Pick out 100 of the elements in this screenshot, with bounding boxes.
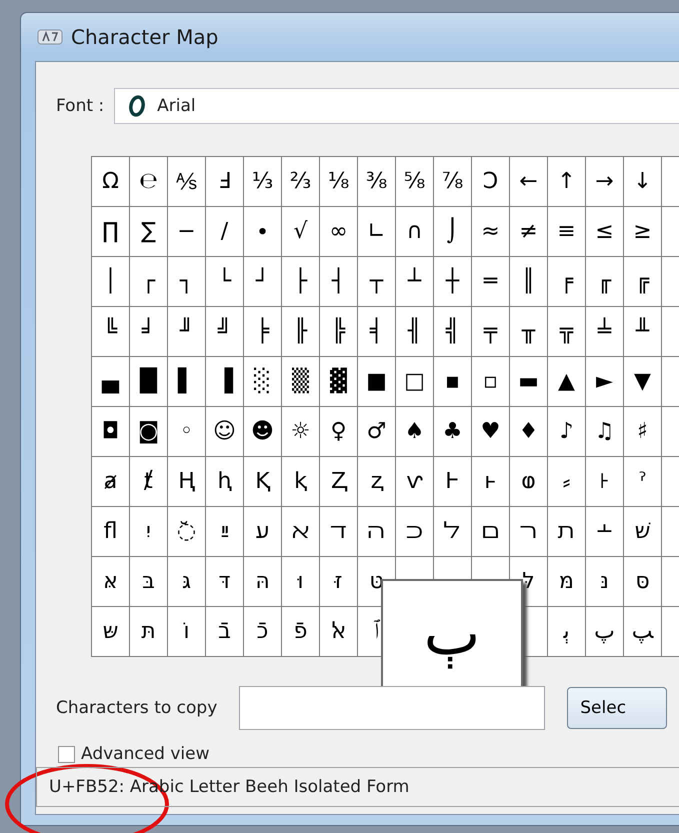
character-cell[interactable]: ˀ [624, 457, 662, 507]
character-cell[interactable]: ♪ [548, 407, 586, 457]
character-cell[interactable]: ► [586, 357, 624, 407]
character-cell[interactable]: ℮ [130, 157, 168, 207]
character-cell[interactable]: ☻ [244, 407, 282, 457]
character-cell[interactable]: ײַ [206, 507, 244, 557]
character-cell[interactable]: ┤ [320, 257, 358, 307]
character-cell[interactable]: ∑ [130, 207, 168, 257]
character-cell[interactable]: ≈ [472, 207, 510, 257]
character-cell[interactable]: ╝ [206, 307, 244, 357]
character-cell[interactable]: ┼ [434, 257, 472, 307]
character-cell[interactable]: ┬ [358, 257, 396, 307]
character-cell[interactable]: ╚ [92, 307, 130, 357]
character-cell[interactable]: אּ [92, 557, 130, 607]
character-cell[interactable]: − [168, 207, 206, 257]
character-cell[interactable]: ◘ [92, 407, 130, 457]
character-cell[interactable]: יִ [130, 507, 168, 557]
character-cell[interactable]: ⱬ [358, 457, 396, 507]
character-cell[interactable]: ◦ [168, 407, 206, 457]
character-cell[interactable]: ▐ [206, 357, 244, 407]
character-cell[interactable]: ♂ [358, 407, 396, 457]
character-cell[interactable]: ╨ [624, 307, 662, 357]
character-cell[interactable]: בּ [130, 557, 168, 607]
character-cell[interactable]: ☺ [206, 407, 244, 457]
character-cell[interactable]: ┌ [130, 257, 168, 307]
character-cell[interactable]: √ [282, 207, 320, 257]
character-cell[interactable]: Ⱶ [434, 457, 472, 507]
character-cell[interactable]: ◌ﬞ [168, 507, 206, 557]
character-cell[interactable]: Ⱬ [320, 457, 358, 507]
character-cell[interactable]: ﬣ [358, 507, 396, 557]
character-cell[interactable]: ▄ [92, 357, 130, 407]
character-cell[interactable]: ⅔ [282, 157, 320, 207]
character-cell[interactable]: ╟ [282, 307, 320, 357]
character-cell[interactable]: ﭏ [320, 607, 358, 657]
character-cell[interactable]: ╛ [130, 307, 168, 357]
character-cell[interactable]: כֿ [244, 607, 282, 657]
character-cell[interactable]: █ [130, 357, 168, 407]
character-cell[interactable]: ↑ [548, 157, 586, 207]
character-cell[interactable]: ﬡ [282, 507, 320, 557]
character-cell[interactable]: ⅍ [168, 157, 206, 207]
font-dropdown[interactable]: Arial [114, 88, 679, 124]
character-cell[interactable]: תּ [130, 607, 168, 657]
character-cell[interactable]: ▪ [434, 357, 472, 407]
character-cell[interactable]: ♀ [320, 407, 358, 457]
character-cell[interactable]: ╧ [586, 307, 624, 357]
character-cell[interactable]: ﬧ [510, 507, 548, 557]
character-cell[interactable]: ∞ [320, 207, 358, 257]
character-cell[interactable]: ▌ [168, 357, 206, 407]
character-cell[interactable]: ∩ [396, 207, 434, 257]
character-cell[interactable]: ╒ [548, 257, 586, 307]
character-cell[interactable]: ♫ [586, 407, 624, 457]
character-cell[interactable]: ⱪ [282, 457, 320, 507]
character-cell[interactable]: ♥ [472, 407, 510, 457]
character-cell[interactable]: ≥ [624, 207, 662, 257]
character-cell[interactable]: ﬥ [434, 507, 472, 557]
character-cell[interactable]: ∕ [206, 207, 244, 257]
character-cell[interactable]: הּ [244, 557, 282, 607]
character-cell[interactable]: גּ [168, 557, 206, 607]
character-cell[interactable]: ☼ [282, 407, 320, 457]
character-cell[interactable]: ⱶ [472, 457, 510, 507]
character-cell[interactable]: ▲ [548, 357, 586, 407]
character-cell[interactable]: ≡ [548, 207, 586, 257]
character-cell[interactable]: ⱨ [206, 457, 244, 507]
character-cell[interactable]: Ω [92, 157, 130, 207]
character-cell[interactable]: Ↄ [472, 157, 510, 207]
character-cell[interactable]: ﬩ [586, 507, 624, 557]
character-cell[interactable]: ⅝ [396, 157, 434, 207]
copy-field[interactable] [239, 686, 546, 730]
character-cell[interactable]: ║ [510, 257, 548, 307]
character-cell[interactable]: ∙ [244, 207, 282, 257]
character-cell[interactable]: ⸗ [548, 457, 586, 507]
character-cell[interactable]: ╜ [168, 307, 206, 357]
character-cell[interactable]: ﬦ [472, 507, 510, 557]
character-cell[interactable]: ♦ [510, 407, 548, 457]
character-cell[interactable]: Ⱨ [168, 457, 206, 507]
character-cell[interactable]: └ [206, 257, 244, 307]
character-cell[interactable]: ╣ [434, 307, 472, 357]
character-cell[interactable]: ← [510, 157, 548, 207]
character-cell[interactable]: ◙ [130, 407, 168, 457]
character-cell[interactable]: ♯ [624, 407, 662, 457]
character-cell[interactable]: ╞ [244, 307, 282, 357]
character-cell[interactable]: ┐ [168, 257, 206, 307]
character-cell[interactable]: □ [396, 357, 434, 407]
character-cell[interactable]: זּ [320, 557, 358, 607]
character-cell[interactable]: ﭔ [548, 607, 586, 657]
character-cell[interactable]: ﭗ [624, 607, 662, 657]
character-cell[interactable]: ﬠ [244, 507, 282, 557]
character-cell[interactable]: דּ [206, 557, 244, 607]
character-cell[interactable]: ╓ [586, 257, 624, 307]
character-cell[interactable]: ▬ [510, 357, 548, 407]
character-cell[interactable]: ≠ [510, 207, 548, 257]
character-cell[interactable]: ⱥ [92, 457, 130, 507]
character-cell[interactable]: ﬤ [396, 507, 434, 557]
character-cell[interactable]: וֹ [168, 607, 206, 657]
character-cell[interactable]: וּ [282, 557, 320, 607]
character-cell[interactable]: שׁ [624, 507, 662, 557]
character-cell[interactable]: ⅞ [434, 157, 472, 207]
character-cell[interactable]: פֿ [282, 607, 320, 657]
character-cell[interactable]: ▓ [320, 357, 358, 407]
character-cell[interactable]: ↓ [624, 157, 662, 207]
